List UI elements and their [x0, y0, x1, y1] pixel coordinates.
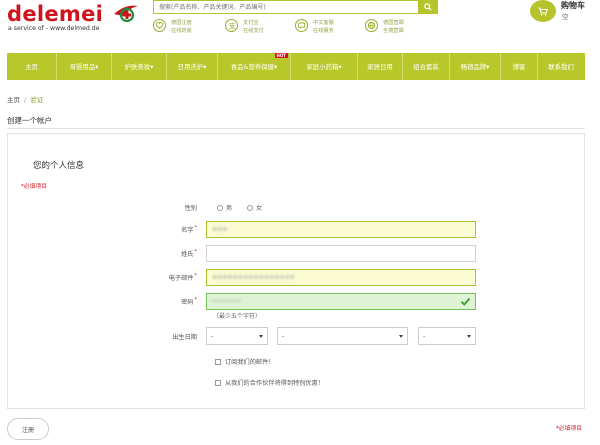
password-label-text: 密码: [181, 299, 194, 306]
cart-title: 购物车: [561, 1, 585, 10]
offers-checkbox[interactable]: 从我们的合作伙伴将得到特别优惠！: [215, 378, 324, 387]
dob-label-text: 出生日期: [172, 334, 197, 341]
first-name-label-text: 名字: [181, 227, 194, 234]
required-note: *必填项目: [21, 184, 48, 190]
password-label: 密码*: [137, 297, 197, 306]
search-input[interactable]: [154, 1, 417, 13]
required-star: *: [194, 297, 198, 303]
required-star: *: [194, 249, 198, 255]
nav-item-food-supplements[interactable]: 食品&营养保健▾ HOT: [218, 53, 290, 80]
gender-label-text: 性别: [184, 205, 197, 212]
feature-line2: 在线药房: [171, 28, 192, 34]
divider: [7, 128, 585, 129]
feature-line2: 全境直邮: [383, 28, 404, 34]
section-title: 您的个人信息: [33, 161, 85, 171]
nav-item-contact[interactable]: 联系我们: [538, 53, 584, 80]
breadcrumb-current: 验证: [30, 96, 44, 104]
chevron-down-icon: [259, 335, 263, 338]
nav-item-skincare[interactable]: 护肤美妆▾: [112, 53, 166, 80]
search-bar: [153, 0, 438, 14]
last-name-label-text: 姓氏: [181, 251, 194, 258]
breadcrumb: 主页 / 验证: [7, 94, 43, 104]
search-button[interactable]: [418, 0, 438, 14]
nav-item-bundles[interactable]: 组合套装: [403, 53, 449, 80]
newsletter-checkbox[interactable]: 订阅我们的邮件！: [215, 357, 275, 366]
dob-month-value: -: [282, 332, 285, 340]
nav-item-daily-care[interactable]: 日用洗护▾: [167, 53, 217, 80]
nav-item-brands[interactable]: 畅销品牌▾: [450, 53, 500, 80]
feature-line2: 在线服务: [313, 28, 334, 34]
checkmark-icon: [460, 297, 471, 306]
dob-day-select[interactable]: -: [206, 327, 268, 345]
feature-line1: 德国直邮: [383, 20, 404, 26]
nav-item-home[interactable]: 主页: [7, 53, 56, 80]
email-field[interactable]: ※※※※※※※※※※※※※※※※: [206, 269, 476, 286]
header: delemei a service of - www.delmed.de 德国注…: [0, 0, 600, 48]
register-button[interactable]: 注册: [7, 418, 49, 440]
checkbox-label: 从我们的合作伙伴将得到特别优惠！: [225, 380, 324, 387]
checkbox-box: [215, 379, 221, 386]
logo-cross-icon: [114, 5, 138, 23]
dob-label: 出生日期: [137, 332, 197, 341]
chevron-down-icon: [399, 335, 403, 338]
first-name-label: 名字*: [137, 225, 197, 234]
dob-year-value: -: [423, 332, 426, 340]
radio-circle: [217, 204, 223, 211]
nav-item-baby[interactable]: 母婴用品▾: [57, 53, 111, 80]
feature-strip: 德国注册 在线药房 支 支付宝 在线支付 中文客服 在线服务 德国直邮 全境直邮: [153, 17, 438, 39]
logo-tagline: a service of - www.delmed.de: [8, 25, 100, 32]
logo[interactable]: delemei a service of - www.delmed.de: [7, 3, 138, 37]
main-nav: 主页 母婴用品▾ 护肤美妆▾ 日用洗护▾ 食品&营养保健▾ HOT 家庭小药箱▾…: [7, 53, 585, 80]
first-name-value: ※※※: [212, 226, 228, 233]
last-name-field[interactable]: [206, 245, 476, 262]
nav-item-blog[interactable]: 博客: [501, 53, 537, 80]
required-star: *: [194, 273, 198, 279]
first-name-field[interactable]: ※※※: [206, 221, 476, 238]
nav-item-label: 食品&营养保健▾: [230, 63, 278, 71]
breadcrumb-home[interactable]: 主页: [7, 96, 20, 104]
feature-line1: 德国注册: [171, 20, 192, 26]
radio-label: 女: [256, 205, 263, 212]
nav-item-household[interactable]: 家居日用: [358, 53, 402, 80]
feature-line2: 在线支付: [243, 28, 264, 34]
password-field[interactable]: ••••••••: [206, 293, 476, 310]
password-value: ••••••••: [212, 298, 242, 305]
globe-icon: [365, 19, 378, 32]
dob-day-value: -: [211, 332, 214, 340]
email-label-text: 电子邮件: [168, 275, 194, 282]
chevron-down-icon: [467, 335, 471, 338]
email-label: 电子邮件*: [137, 273, 197, 282]
feature-line1: 中文客服: [313, 20, 334, 26]
dob-year-select[interactable]: -: [418, 327, 476, 345]
nav-item-medicine[interactable]: 家庭小药箱▾: [291, 53, 357, 80]
hot-badge: HOT: [274, 53, 288, 58]
dob-month-select[interactable]: -: [277, 327, 408, 345]
required-note-bottom: *必填项目: [556, 426, 583, 432]
password-hint: （最少五个字符）: [213, 313, 262, 320]
chat-icon: [295, 19, 308, 32]
heart-icon: [153, 19, 166, 32]
radio-circle: [247, 204, 253, 211]
gender-male-radio[interactable]: 男: [217, 203, 232, 212]
email-value: ※※※※※※※※※※※※※※※※: [212, 274, 295, 281]
page-title: 创建一个帐户: [7, 116, 52, 125]
checkbox-label: 订阅我们的邮件！: [225, 359, 275, 366]
last-name-label: 姓氏*: [137, 249, 197, 258]
cart-icon: [530, 0, 556, 22]
payment-icon: 支: [225, 19, 238, 32]
checkbox-box: [215, 358, 221, 365]
breadcrumb-separator: /: [24, 96, 27, 104]
cart-status: 空: [562, 13, 569, 21]
gender-female-radio[interactable]: 女: [247, 203, 262, 212]
radio-label: 男: [226, 205, 233, 212]
search-icon: [424, 3, 432, 11]
feature-line1: 支付宝: [243, 20, 259, 26]
gender-label: 性别: [137, 203, 197, 212]
svg-text:支: 支: [229, 21, 236, 30]
cart[interactable]: 购物车 空: [530, 0, 600, 26]
required-star: *: [194, 225, 198, 231]
